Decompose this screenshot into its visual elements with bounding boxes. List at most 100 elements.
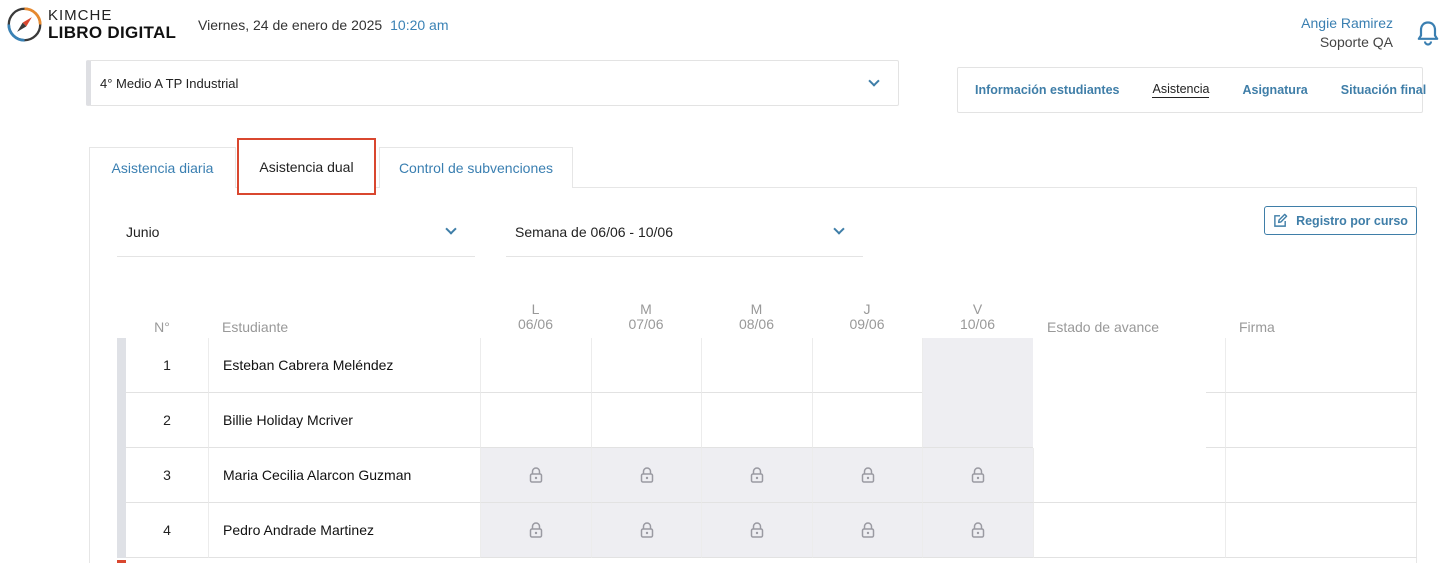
date-label: Viernes, 24 de enero de 2025	[198, 17, 383, 33]
main-nav: Información estudiantes Asistencia Asign…	[957, 67, 1426, 113]
signature-cell[interactable]	[1225, 393, 1417, 448]
day-date: 08/06	[738, 316, 775, 332]
user-role: Soporte QA	[1319, 34, 1393, 50]
signature-cell[interactable]	[1225, 338, 1417, 393]
tab-asistencia-diaria[interactable]: Asistencia diaria	[89, 147, 236, 188]
lock-icon	[971, 467, 985, 483]
progress-cell	[1033, 338, 1206, 393]
nav-situacion-final[interactable]: Situación final	[1341, 83, 1426, 97]
student-number: 3	[126, 448, 208, 503]
student-name: Esteban Cabrera Meléndez	[208, 338, 480, 393]
day-letter: L	[531, 301, 540, 317]
tab-control-subvenciones[interactable]: Control de subvenciones	[379, 147, 573, 188]
day-date: 09/06	[849, 316, 885, 332]
progress-cell	[1033, 503, 1206, 558]
student-name: Maria Cecilia Alarcon Guzman	[208, 448, 480, 503]
gap-cell	[1206, 448, 1225, 503]
lock-icon	[750, 467, 764, 483]
table-row: 1 Esteban Cabrera Meléndez	[117, 338, 1417, 393]
attendance-cell-day-1	[480, 448, 591, 503]
attendance-cell-day-2	[591, 448, 701, 503]
current-date: Viernes, 24 de enero de 2025 10:20 am	[198, 17, 449, 33]
attendance-cell-day-1[interactable]	[480, 338, 591, 393]
attendance-cell-day-3	[701, 448, 812, 503]
lock-icon	[861, 467, 874, 483]
course-select-value: 4° Medio A TP Industrial	[100, 75, 239, 91]
user-info[interactable]: Angie Ramirez Soporte QA	[1301, 14, 1393, 52]
header-day-1: L 06/06	[480, 302, 591, 332]
table-row: 3 Maria Cecilia Alarcon Guzman	[117, 448, 1417, 503]
progress-cell	[1033, 448, 1206, 503]
time-label: 10:20 am	[390, 17, 449, 33]
row-indicator	[117, 393, 126, 448]
student-number: 1	[126, 338, 208, 393]
attendance-cell-day-2[interactable]	[591, 338, 701, 393]
attendance-cell-day-2[interactable]	[591, 393, 701, 448]
day-date: 06/06	[517, 316, 554, 332]
tab-asistencia-dual[interactable]: Asistencia dual	[237, 138, 376, 195]
signature-cell[interactable]	[1225, 448, 1417, 503]
day-letter: M	[750, 301, 763, 317]
row-indicator	[117, 448, 126, 503]
attendance-cell-day-1	[480, 503, 591, 558]
attendance-cell-day-5	[922, 448, 1033, 503]
student-name: Pedro Andrade Martinez	[208, 503, 480, 558]
nav-asignatura[interactable]: Asignatura	[1242, 83, 1307, 97]
gap-cell	[1206, 503, 1225, 558]
attendance-cell-day-4[interactable]	[812, 393, 922, 448]
lock-icon	[750, 522, 764, 538]
header-number: N°	[154, 319, 170, 335]
month-select[interactable]: Junio	[117, 207, 475, 257]
chevron-down-icon	[868, 75, 880, 87]
registro-por-curso-label: Registro por curso	[1296, 213, 1408, 228]
week-select[interactable]: Semana de 06/06 - 10/06	[506, 207, 863, 257]
header-day-3: M 08/06	[701, 302, 812, 332]
lock-icon	[640, 467, 653, 483]
attendance-cell-day-5[interactable]	[922, 338, 1033, 393]
notifications-button[interactable]	[1416, 20, 1440, 51]
lock-icon	[529, 522, 543, 538]
signature-cell[interactable]	[1225, 503, 1417, 558]
attendance-cell-day-2	[591, 503, 701, 558]
row-indicator	[117, 338, 126, 393]
attendance-cell-day-1[interactable]	[480, 393, 591, 448]
day-date: 07/06	[628, 316, 664, 332]
logo-bottom-text: LIBRO DIGITAL	[48, 23, 177, 42]
attendance-cell-day-5[interactable]	[922, 393, 1033, 448]
progress-cell	[1033, 393, 1206, 448]
user-name[interactable]: Angie Ramirez	[1301, 14, 1393, 33]
row-indicator	[117, 503, 126, 558]
lock-icon	[861, 522, 874, 538]
attendance-cell-day-3[interactable]	[701, 338, 812, 393]
logo-top-text: KIMCHE	[48, 7, 113, 24]
month-select-value: Junio	[126, 223, 160, 240]
attendance-cell-day-4[interactable]	[812, 338, 922, 393]
day-letter: M	[640, 301, 652, 317]
lock-icon	[640, 522, 653, 538]
attendance-cell-day-3[interactable]	[701, 393, 812, 448]
edit-icon	[1274, 213, 1288, 227]
header-day-4: J 09/06	[812, 302, 922, 332]
gap-cell	[1206, 338, 1225, 393]
attendance-cell-day-3	[701, 503, 812, 558]
header-signature: Firma	[1239, 319, 1275, 335]
table-row: 4 Pedro Andrade Martinez	[117, 503, 1417, 558]
registro-por-curso-button[interactable]: Registro por curso	[1264, 206, 1417, 235]
header-day-2: M 07/06	[591, 302, 701, 332]
student-number: 2	[126, 393, 208, 448]
week-select-value: Semana de 06/06 - 10/06	[515, 223, 674, 240]
app-logo[interactable]: KIMCHE LIBRO DIGITAL	[6, 6, 176, 43]
header-progress: Estado de avance	[1047, 319, 1160, 335]
attendance-cell-day-5	[922, 503, 1033, 558]
lock-icon	[971, 522, 985, 538]
table-row: 2 Billie Holiday Mcriver	[117, 393, 1417, 448]
chevron-down-icon	[833, 223, 845, 235]
nav-informacion-estudiantes[interactable]: Información estudiantes	[975, 83, 1119, 97]
attendance-cell-day-4	[812, 448, 922, 503]
lock-icon	[529, 467, 543, 483]
day-letter: J	[863, 301, 871, 317]
course-select[interactable]: 4° Medio A TP Industrial	[86, 60, 899, 106]
gap-cell	[1206, 393, 1225, 448]
nav-asistencia[interactable]: Asistencia	[1152, 82, 1210, 98]
chevron-down-icon	[445, 223, 457, 235]
